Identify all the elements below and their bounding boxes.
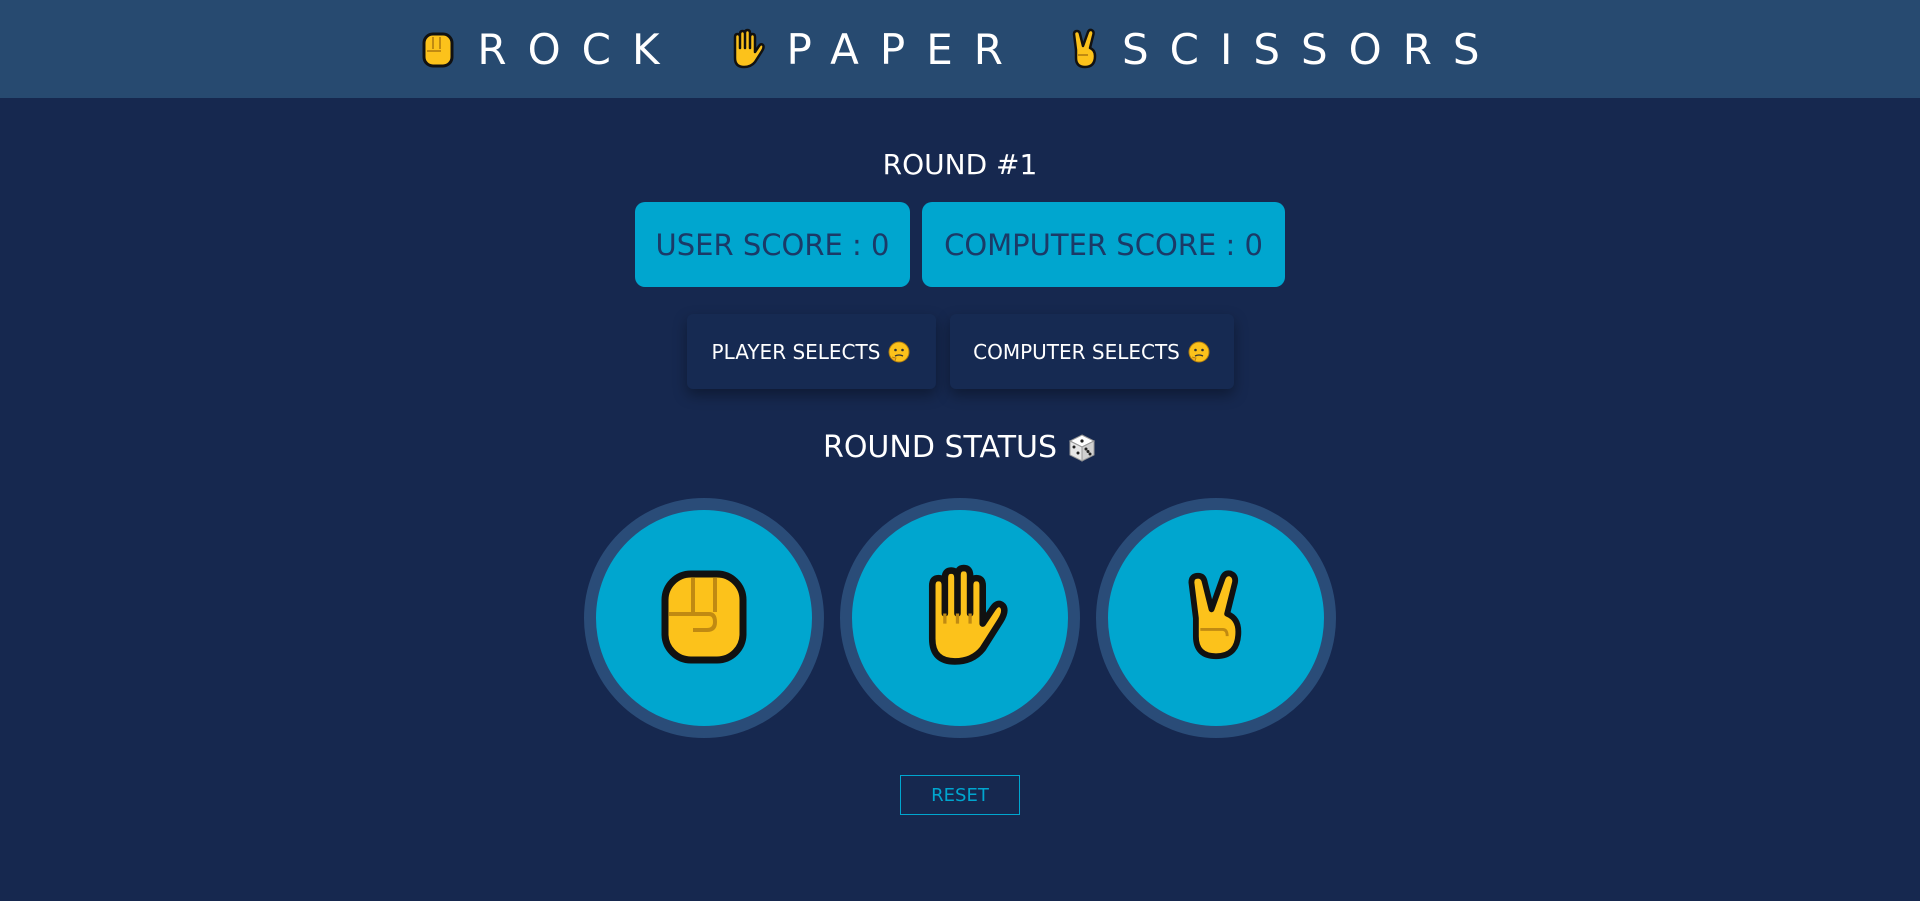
computer-score: COMPUTER SCORE : 0 (922, 202, 1285, 287)
title-paper-text: PAPER (786, 24, 1024, 74)
thinking-face-icon (888, 341, 910, 363)
rock-button[interactable] (584, 498, 824, 738)
paper-button[interactable] (840, 498, 1080, 738)
raised-hand-icon (725, 28, 767, 70)
thinking-face-icon (1188, 341, 1210, 363)
raised-fist-icon (659, 568, 749, 668)
title-scissors: SCISSORS (1068, 25, 1501, 74)
reset-button[interactable]: RESET (900, 775, 1020, 815)
victory-hand-icon (1068, 28, 1102, 70)
player-selection-label: PLAYER SELECTS (711, 339, 881, 364)
title-scissors-text: SCISSORS (1121, 24, 1501, 74)
selection-row: PLAYER SELECTS COMPUTER SELECTS (0, 314, 1920, 389)
title-rock-text: ROCK (477, 24, 681, 74)
round-label: ROUND #1 (882, 148, 1038, 181)
scissors-button[interactable] (1096, 498, 1336, 738)
raised-hand-icon (907, 563, 1013, 673)
user-score: USER SCORE : 0 (635, 202, 910, 287)
victory-hand-icon (1178, 562, 1254, 674)
score-row: USER SCORE : 0 COMPUTER SCORE : 0 (0, 202, 1920, 287)
app-header: ROCK PAPER SCISSORS (0, 0, 1920, 98)
dice-icon (1067, 433, 1097, 463)
title-paper: PAPER (725, 25, 1024, 74)
choice-row (0, 498, 1920, 738)
round-status-label: ROUND STATUS (822, 430, 1058, 465)
player-selection: PLAYER SELECTS (686, 314, 936, 389)
computer-selection-label: COMPUTER SELECTS (973, 339, 1180, 364)
raised-fist-icon (419, 29, 457, 69)
title-rock: ROCK (419, 25, 680, 74)
computer-selection: COMPUTER SELECTS (949, 314, 1234, 389)
round-status: ROUND STATUS (0, 430, 1920, 465)
